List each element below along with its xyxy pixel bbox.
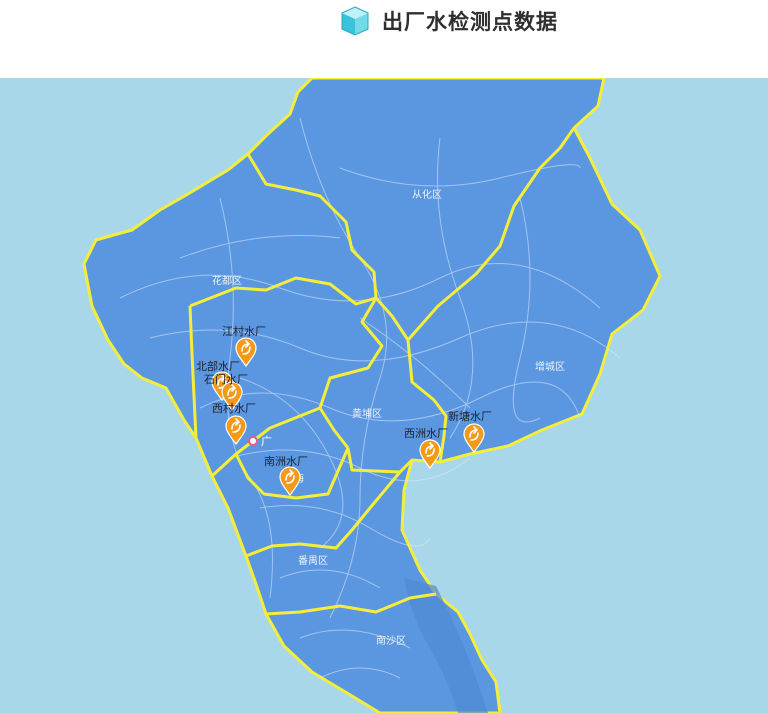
plant-label: 北部水厂 xyxy=(196,359,240,373)
map-canvas[interactable]: 从化区 花都区 增城区 黄埔区 番禺区 南沙区 海 广 江村水厂北部水厂石门水厂… xyxy=(0,78,768,713)
header: 出厂水检测点数据 xyxy=(0,0,768,78)
city-center-label: 广 xyxy=(261,435,272,448)
district-label-nansha: 南沙区 xyxy=(376,634,406,647)
district-label-panyu: 番禺区 xyxy=(298,555,328,567)
district-label-huangpu: 黄埔区 xyxy=(352,407,382,420)
district-label-huadu: 花都区 xyxy=(212,274,242,287)
plant-label: 西洲水厂 xyxy=(404,427,448,440)
page-title: 出厂水检测点数据 xyxy=(382,10,558,34)
district-label-zengcheng: 增城区 xyxy=(535,360,565,373)
plant-label: 江村水厂 xyxy=(222,324,266,338)
plant-label: 南洲水厂 xyxy=(264,455,308,468)
map-frame[interactable]: 从化区 花都区 增城区 黄埔区 番禺区 南沙区 海 广 江村水厂北部水厂石门水厂… xyxy=(0,78,768,713)
cube-icon xyxy=(341,6,369,36)
title-area: 出厂水检测点数据 xyxy=(338,4,558,38)
district-label-conghua: 从化区 xyxy=(412,188,442,201)
plant-label: 石门水厂 xyxy=(204,372,248,386)
plant-label: 西村水厂 xyxy=(212,401,256,415)
plant-label: 新塘水厂 xyxy=(448,409,492,423)
